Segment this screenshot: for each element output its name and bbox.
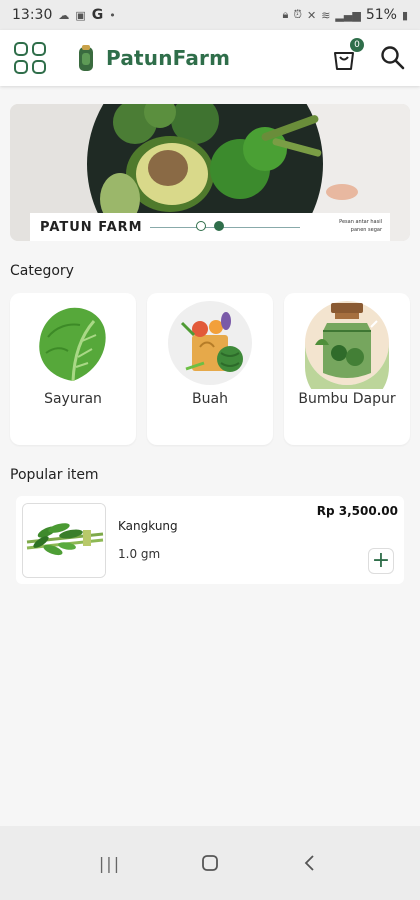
lettuce-icon <box>39 307 106 382</box>
cart-count-badge: 0 <box>350 38 364 52</box>
menu-grid-icon[interactable] <box>14 42 46 74</box>
status-bar: 13:30 ☁ ▣ G • 🔒︎ ⏰︎ ✕ ≋ ▂▄▆ 51% ▮ <box>0 0 420 30</box>
status-right: 🔒︎ ⏰︎ ✕ ≋ ▂▄▆ 51% ▮ <box>283 7 408 23</box>
recent-apps-button[interactable]: ||| <box>95 848 125 878</box>
banner-pager <box>196 221 224 231</box>
product-name: Kangkung <box>118 519 178 533</box>
category-card-buah[interactable]: Buah <box>147 293 273 445</box>
dot-icon: • <box>109 8 116 22</box>
pager-dot-active[interactable] <box>214 221 224 231</box>
banner-divider <box>150 227 300 228</box>
status-left: 13:30 ☁ ▣ G • <box>12 7 116 23</box>
banner-caption: PATUN FARM Pesan antar hasil panen segar <box>30 213 390 241</box>
search-icon[interactable] <box>380 45 406 71</box>
popular-title: Popular item <box>10 467 99 483</box>
fruit-basket-icon <box>168 301 252 385</box>
patunfarm-logo-icon <box>79 45 93 71</box>
app-title: PatunFarm <box>106 46 231 70</box>
google-icon: G <box>91 7 104 23</box>
app-bar: PatunFarm 0 <box>0 30 420 86</box>
kangkung-image <box>22 503 106 578</box>
category-title: Category <box>10 263 74 279</box>
alarm-icon: ⏰︎ <box>293 8 302 21</box>
product-weight: 1.0 gm <box>118 547 161 561</box>
cart-button[interactable]: 0 <box>330 38 364 72</box>
category-label-sayuran: Sayuran <box>44 391 102 407</box>
category-list: Sayuran Buah Bumbu Dapur <box>10 293 410 445</box>
kangkung-image-art <box>23 504 105 577</box>
product-price: Rp 3,500.00 <box>316 504 398 518</box>
back-icon <box>304 855 314 871</box>
status-time: 13:30 <box>12 7 53 23</box>
battery-level: 51% <box>365 7 397 23</box>
category-card-bumbu-dapur[interactable]: Bumbu Dapur <box>284 293 410 445</box>
promo-banner[interactable]: PATUN FARM Pesan antar hasil panen segar <box>10 104 410 241</box>
category-label-buah: Buah <box>192 391 228 407</box>
cloud-icon: ☁ <box>58 8 70 22</box>
category-label-bumbu-dapur: Bumbu Dapur <box>298 391 396 407</box>
add-to-cart-button[interactable]: + <box>368 548 394 574</box>
system-nav-bar: ||| <box>0 826 420 900</box>
lock-icon: 🔒︎ <box>282 8 289 21</box>
home-icon <box>202 855 218 871</box>
banner-title: PATUN FARM <box>40 219 143 235</box>
pager-dot[interactable] <box>196 221 206 231</box>
banner-tagline: Pesan antar hasil panen segar <box>339 219 382 233</box>
signal-icon: ▂▄▆ <box>335 8 361 22</box>
recents-icon: ||| <box>98 853 122 873</box>
home-button[interactable] <box>195 848 225 878</box>
category-card-sayuran[interactable]: Sayuran <box>10 293 136 445</box>
product-card-kangkung[interactable]: Kangkung 1.0 gm Rp 3,500.00 + <box>16 496 404 584</box>
battery-icon: ▮ <box>401 8 408 22</box>
mute-icon: ✕ <box>306 8 317 22</box>
back-button[interactable] <box>295 848 325 878</box>
wifi-icon: ≋ <box>321 8 331 22</box>
spice-jar-icon <box>305 301 389 389</box>
image-icon: ▣ <box>75 8 86 22</box>
